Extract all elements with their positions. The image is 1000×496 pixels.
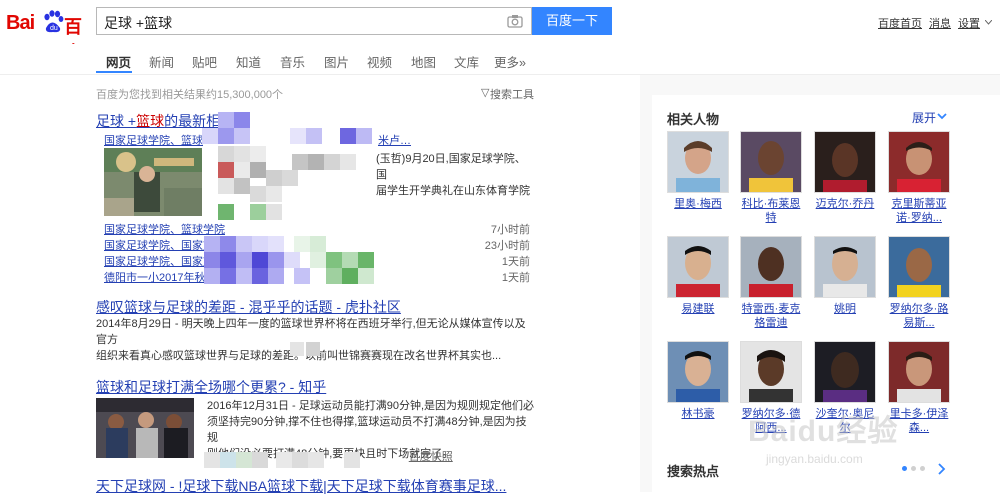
person-card[interactable]: 姚明	[814, 236, 876, 316]
result-2-title[interactable]: 感叹篮球与足球的差距 - 混乎乎的话题 - 虎扑社区	[96, 297, 401, 317]
result-3-thumbnail[interactable]	[96, 398, 194, 458]
tab-zhidao[interactable]: 知道	[236, 52, 261, 71]
news-thumbnail[interactable]	[104, 148, 202, 216]
chevron-down-icon	[985, 20, 992, 25]
logo-text-left: Bai	[6, 12, 35, 34]
person-photo	[740, 341, 802, 403]
person-card[interactable]: 罗纳尔多·路易斯...	[888, 236, 950, 330]
person-photo	[667, 131, 729, 193]
paw-icon: du	[44, 10, 64, 33]
person-name[interactable]: 易建联	[667, 302, 729, 316]
settings-link[interactable]: 设置	[958, 15, 980, 31]
news-time-1: 7小时前	[490, 224, 530, 236]
svg-text:du: du	[50, 25, 58, 32]
title-text: 足球 +	[96, 113, 137, 129]
person-name[interactable]: 里奥·梅西	[667, 197, 729, 211]
hot-searches-title: 搜索热点	[667, 464, 720, 479]
person-photo	[667, 236, 729, 298]
snippet-line: 2016年12月31日 - 足球运动员能打满90分钟,是因为规则规定他们必	[207, 400, 535, 412]
news-time-4: 1天前	[501, 272, 530, 284]
chevron-down-icon[interactable]	[937, 113, 947, 120]
person-name[interactable]: 科比·布莱恩特	[740, 197, 802, 225]
person-card[interactable]: 迈克尔·乔丹	[814, 131, 876, 211]
person-photo	[740, 131, 802, 193]
news-item-4[interactable]: 德阳市一小2017年秋季	[104, 269, 216, 285]
result-3-title[interactable]: 篮球和足球打满全场哪个更累? - 知乎	[96, 377, 326, 397]
tab-web[interactable]: 网页	[106, 52, 131, 71]
redaction-mosaic-4	[204, 452, 364, 468]
person-name[interactable]: 克里斯蒂亚诺·罗纳...	[888, 197, 950, 225]
result-1-snippet: (玉哲)9月20日,国家足球学院、国 届学生开学典礼在山东体育学院	[376, 151, 536, 199]
tab-wenku[interactable]: 文库	[454, 52, 479, 71]
person-name[interactable]: 特雷西·麦克格雷迪	[740, 302, 802, 330]
redaction-mosaic-2	[204, 236, 384, 286]
snippet-line: 届学生开学典礼在山东体育学院	[376, 185, 530, 197]
snippet-line: (玉哲)9月20日,国家足球学院、国	[376, 153, 526, 181]
person-photo	[740, 236, 802, 298]
watermark-text: Baidu经验	[748, 415, 899, 448]
snippet-line: 须坚持完90分钟,撑不住也得撑,篮球运动员不打满48分钟,是因为技规	[207, 416, 527, 444]
tab-news[interactable]: 新闻	[149, 52, 174, 71]
result-3-thumbnail-image	[96, 398, 194, 458]
snapshot-label: 百度快照	[408, 451, 453, 463]
expand-button[interactable]: 展开	[912, 109, 936, 126]
news-time-3: 1天前	[501, 256, 530, 268]
baidu-home-link[interactable]: 百度首页	[878, 15, 922, 31]
baidu-jingyan-watermark: Baidu经验 jingyan.baidu.com	[748, 406, 948, 486]
title-highlight: 篮球	[136, 113, 165, 129]
person-name[interactable]: 罗纳尔多·路易斯...	[888, 302, 950, 330]
search-input[interactable]: 足球 +篮球	[104, 13, 172, 33]
watermark-url: jingyan.baidu.com	[766, 452, 863, 466]
person-name[interactable]: 姚明	[814, 302, 876, 316]
result-1-subtitle[interactable]: 国家足球学院、篮球	[104, 132, 203, 148]
person-photo	[814, 131, 876, 193]
person-card[interactable]: 科比·布莱恩特	[740, 131, 802, 225]
redaction-mosaic-3	[290, 342, 330, 358]
news-item-2[interactable]: 国家足球学院、国家篮	[104, 237, 214, 253]
person-card[interactable]: 克里斯蒂亚诺·罗纳...	[888, 131, 950, 225]
messages-link[interactable]: 消息	[929, 15, 951, 31]
search-button[interactable]: 百度一下	[532, 7, 612, 35]
person-card[interactable]: 里奥·梅西	[667, 131, 729, 211]
people-title: 相关人物	[667, 112, 720, 127]
search-tools-button[interactable]: 搜索工具	[490, 86, 534, 102]
tab-video[interactable]: 视频	[367, 52, 392, 71]
person-photo	[888, 341, 950, 403]
redaction-mosaic-1	[202, 112, 382, 224]
header: Bai du 百度 足球 +篮球 百度一下 百度首页 消息 设置	[0, 0, 1000, 64]
person-photo	[667, 341, 729, 403]
person-photo	[888, 236, 950, 298]
tab-more[interactable]: 更多»	[494, 52, 526, 71]
person-name[interactable]: 林书豪	[667, 407, 729, 421]
baidu-logo[interactable]: Bai du 百度	[6, 8, 92, 64]
result-4-title[interactable]: 天下足球网 - !足球下载NBA篮球下载|天下足球下载体育赛事足球...	[96, 476, 506, 496]
person-photo	[814, 236, 876, 298]
camera-icon[interactable]	[507, 14, 523, 28]
news-item-3[interactable]: 国家足球学院、国家篮	[104, 253, 214, 269]
person-card[interactable]: 特雷西·麦克格雷迪	[740, 236, 802, 330]
filter-icon[interactable]: ▽	[481, 86, 489, 99]
tab-music[interactable]: 音乐	[280, 52, 305, 71]
result-1-subtitle-tail[interactable]: 米卢…	[378, 132, 411, 148]
snapshot-link[interactable]: - 百度快照	[402, 448, 453, 464]
result-stats: 百度为您找到相关结果约15,300,000个	[96, 89, 284, 101]
active-tab-indicator	[96, 71, 132, 73]
tab-map[interactable]: 地图	[411, 52, 436, 71]
person-card[interactable]: 林书豪	[667, 341, 729, 421]
news-time-2: 23小时前	[484, 240, 530, 252]
vertical-tabs: 网页 新闻 贴吧 知道 音乐 图片 视频 地图 文库 更多»	[0, 44, 1000, 75]
news-thumbnail-image	[104, 148, 202, 216]
tab-images[interactable]: 图片	[324, 52, 349, 71]
person-card[interactable]: 易建联	[667, 236, 729, 316]
person-photo	[888, 131, 950, 193]
search-box[interactable]: 足球 +篮球	[96, 7, 532, 35]
person-name[interactable]: 迈克尔·乔丹	[814, 197, 876, 211]
tab-tieba[interactable]: 贴吧	[192, 52, 217, 71]
person-photo	[814, 341, 876, 403]
